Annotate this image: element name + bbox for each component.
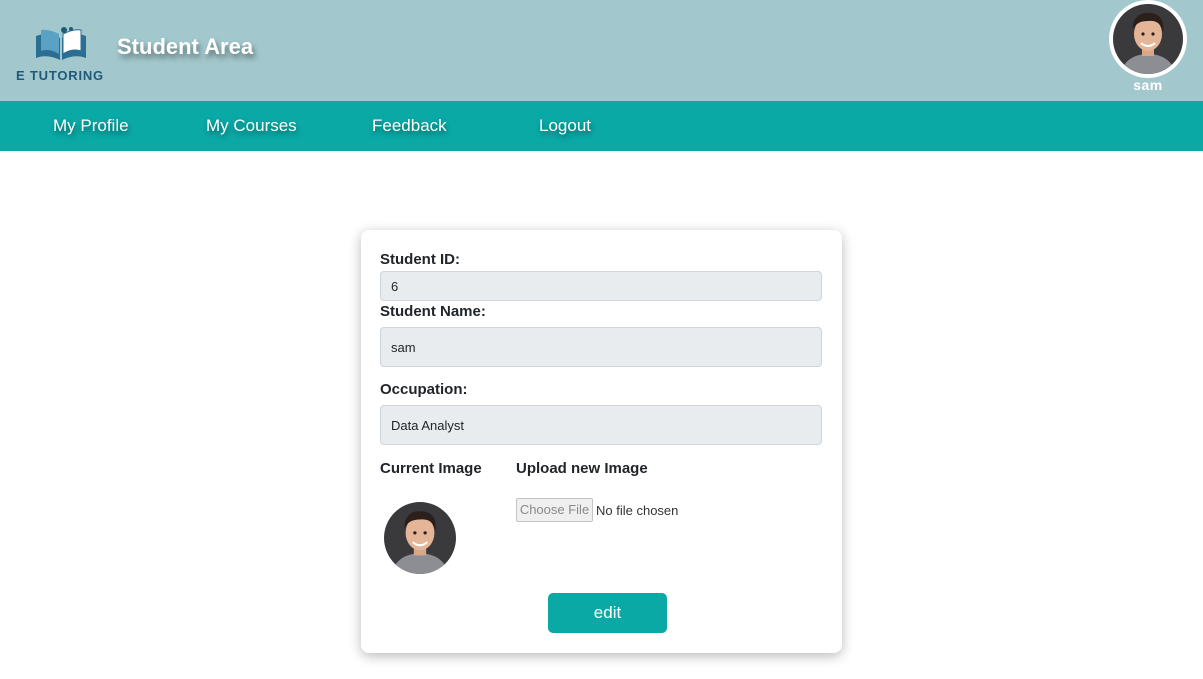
choose-file-button[interactable]: Choose File <box>516 498 593 522</box>
main-nav: My Profile My Courses Feedback Logout <box>0 101 1203 151</box>
brand-name: E TUTORING <box>16 68 104 83</box>
occupation-label: Occupation: <box>380 381 468 398</box>
nav-my-courses[interactable]: My Courses <box>206 116 297 136</box>
user-avatar[interactable] <box>1109 0 1187 78</box>
profile-card: Student ID: Student Name: Occupation: Cu… <box>361 230 842 653</box>
student-name-label: Student Name: <box>380 303 486 320</box>
page-title: Student Area <box>117 34 254 59</box>
student-name-field[interactable] <box>380 327 822 367</box>
student-id-field[interactable] <box>380 271 822 301</box>
brand-logo[interactable]: E TUTORING <box>14 26 106 84</box>
nav-logout[interactable]: Logout <box>539 116 591 136</box>
open-book-icon <box>36 27 86 60</box>
upload-image-label: Upload new Image <box>516 460 648 477</box>
student-id-label: Student ID: <box>380 251 460 268</box>
user-name: sam <box>1133 77 1163 93</box>
occupation-field[interactable] <box>380 405 822 445</box>
header: E TUTORING Student Area sam <box>0 0 1203 101</box>
nav-feedback[interactable]: Feedback <box>372 116 447 136</box>
current-image-label: Current Image <box>380 460 482 477</box>
file-status: No file chosen <box>596 503 679 518</box>
edit-button[interactable]: edit <box>548 593 667 633</box>
nav-my-profile[interactable]: My Profile <box>53 116 129 136</box>
user-photo <box>1113 4 1183 74</box>
current-image <box>384 502 456 574</box>
